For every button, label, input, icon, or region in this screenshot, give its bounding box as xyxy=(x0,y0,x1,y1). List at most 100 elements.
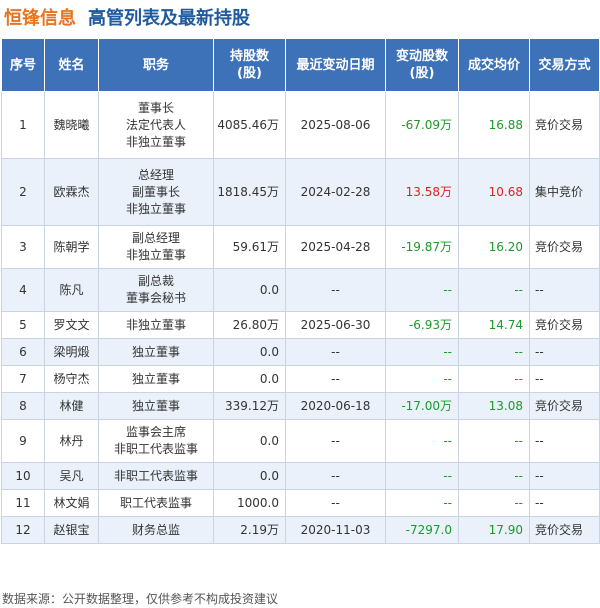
cell-shares: 0.0 xyxy=(213,268,286,312)
cell-no: 6 xyxy=(1,338,45,366)
position-line: 独立董事 xyxy=(131,398,180,413)
cell-name: 罗文文 xyxy=(44,311,99,339)
cell-price: -- xyxy=(458,268,530,312)
cell-shares: 1818.45万 xyxy=(213,158,286,226)
cell-method: 竞价交易 xyxy=(529,91,600,159)
cell-name: 陈凡 xyxy=(44,268,99,312)
cell-position: 财务总监 xyxy=(98,516,214,544)
cell-name: 欧霖杰 xyxy=(44,158,99,226)
cell-method: -- xyxy=(529,489,600,517)
position-line: 非独立董事 xyxy=(125,248,186,262)
cell-shares: 0.0 xyxy=(213,419,286,463)
cell-shares: 2.19万 xyxy=(213,516,286,544)
cell-change: -7297.0 xyxy=(385,516,459,544)
cell-position: 独立董事 xyxy=(98,392,214,420)
cell-method: -- xyxy=(529,268,600,312)
position-line: 非独立董事 xyxy=(125,201,186,216)
header-method: 交易方式 xyxy=(529,38,600,92)
position-line: 法定代表人 xyxy=(125,117,186,132)
data-source-note: 数据来源：公开数据整理，仅供参考不构成投资建议 xyxy=(2,592,279,606)
position-line: 独立董事 xyxy=(131,344,180,359)
company-name: 恒锋信息 xyxy=(4,8,76,29)
cell-date: 2020-11-03 xyxy=(285,516,386,544)
position-line: 职工代表监事 xyxy=(119,495,192,510)
header-date: 最近变动日期 xyxy=(285,38,386,92)
cell-method: 集中竞价 xyxy=(529,158,600,226)
cell-position: 副总经理 非独立董事 xyxy=(98,225,214,269)
table-row: 2 欧霖杰 总经理 副董事长 非独立董事 1818.45万 2024-02-28 13.58万… xyxy=(1,158,600,226)
cell-method: -- xyxy=(529,419,600,463)
cell-date: -- xyxy=(285,365,386,393)
cell-change: -- xyxy=(385,419,459,463)
table-row: 7 杨守杰 独立董事 0.0 -- -- -- -- xyxy=(1,365,600,393)
cell-change: -- xyxy=(385,365,459,393)
cell-no: 2 xyxy=(1,158,45,226)
cell-date: -- xyxy=(285,338,386,366)
cell-change: -- xyxy=(385,462,459,490)
cell-price: -- xyxy=(458,338,530,366)
position-line: 非独立董事 xyxy=(125,317,186,332)
table-row: 10 吴凡 非职工代表监事 0.0 -- -- -- -- xyxy=(1,462,600,490)
table-row: 6 梁明煅 独立董事 0.0 -- -- -- -- xyxy=(1,338,600,366)
table-row: 1 魏晓曦 董事长 法定代表人 非独立董事 4085.46万 2025-08-06 -67.0… xyxy=(1,91,600,159)
cell-no: 8 xyxy=(1,392,45,420)
cell-price: 10.68 xyxy=(458,158,530,226)
position-line: 监事会主席 xyxy=(125,425,186,439)
header-position: 职务 xyxy=(98,38,214,92)
cell-date: -- xyxy=(285,419,386,463)
position-line: 非职工代表监事 xyxy=(113,468,198,483)
position-line: 非独立董事 xyxy=(125,134,186,149)
cell-position: 职工代表监事 xyxy=(98,489,214,517)
cell-name: 林丹 xyxy=(44,419,99,463)
cell-no: 12 xyxy=(1,516,45,544)
table-header-row: 序号 姓名 职务 持股数 (股) 最近变动日期 变动股数 (股) 成交均价 交易方式 xyxy=(1,38,600,92)
header-no: 序号 xyxy=(1,38,45,92)
cell-method: 竞价交易 xyxy=(529,516,600,544)
cell-change: -19.87万 xyxy=(385,225,459,269)
header-name: 姓名 xyxy=(44,38,99,92)
cell-change: 13.58万 xyxy=(385,158,459,226)
cell-method: 竞价交易 xyxy=(529,225,600,269)
cell-change: -- xyxy=(385,489,459,517)
cell-price: -- xyxy=(458,462,530,490)
cell-price: -- xyxy=(458,419,530,463)
header-shares: 持股数 (股) xyxy=(213,38,286,92)
table-row: 3 陈朝学 副总经理 非独立董事 59.61万 2025-04-28 -19.87万 16.2… xyxy=(1,225,600,269)
cell-date: -- xyxy=(285,462,386,490)
cell-method: 竞价交易 xyxy=(529,311,600,339)
cell-price: -- xyxy=(458,489,530,517)
cell-no: 5 xyxy=(1,311,45,339)
cell-price: 16.20 xyxy=(458,225,530,269)
cell-shares: 0.0 xyxy=(213,365,286,393)
cell-date: 2020-06-18 xyxy=(285,392,386,420)
cell-method: -- xyxy=(529,462,600,490)
cell-change: -6.93万 xyxy=(385,311,459,339)
cell-date: 2025-08-06 xyxy=(285,91,386,159)
table-row: 12 赵银宝 财务总监 2.19万 2020-11-03 -7297.0 17.90 竞价交易 xyxy=(1,516,600,544)
cell-no: 3 xyxy=(1,225,45,269)
cell-position: 非职工代表监事 xyxy=(98,462,214,490)
table-row: 4 陈凡 副总裁 董事会秘书 0.0 -- -- -- -- xyxy=(1,268,600,312)
cell-shares: 1000.0 xyxy=(213,489,286,517)
cell-position: 独立董事 xyxy=(98,365,214,393)
title-bar: 恒锋信息 高管列表及最新持股 xyxy=(4,2,250,32)
cell-method: -- xyxy=(529,365,600,393)
position-line: 董事会秘书 xyxy=(125,291,186,305)
cell-change: -- xyxy=(385,268,459,312)
cell-position: 独立董事 xyxy=(98,338,214,366)
cell-date: 2024-02-28 xyxy=(285,158,386,226)
cell-position: 非独立董事 xyxy=(98,311,214,339)
cell-position: 总经理 副董事长 非独立董事 xyxy=(98,158,214,226)
cell-shares: 339.12万 xyxy=(213,392,286,420)
position-line: 独立董事 xyxy=(131,371,180,386)
cell-no: 7 xyxy=(1,365,45,393)
cell-change: -17.00万 xyxy=(385,392,459,420)
position-line: 副董事长 xyxy=(131,184,180,199)
cell-price: -- xyxy=(458,365,530,393)
position-line: 副总裁 xyxy=(137,274,174,288)
cell-shares: 59.61万 xyxy=(213,225,286,269)
cell-name: 杨守杰 xyxy=(44,365,99,393)
cell-price: 14.74 xyxy=(458,311,530,339)
table-row: 9 林丹 监事会主席 非职工代表监事 0.0 -- -- -- -- xyxy=(1,419,600,463)
cell-date: -- xyxy=(285,268,386,312)
